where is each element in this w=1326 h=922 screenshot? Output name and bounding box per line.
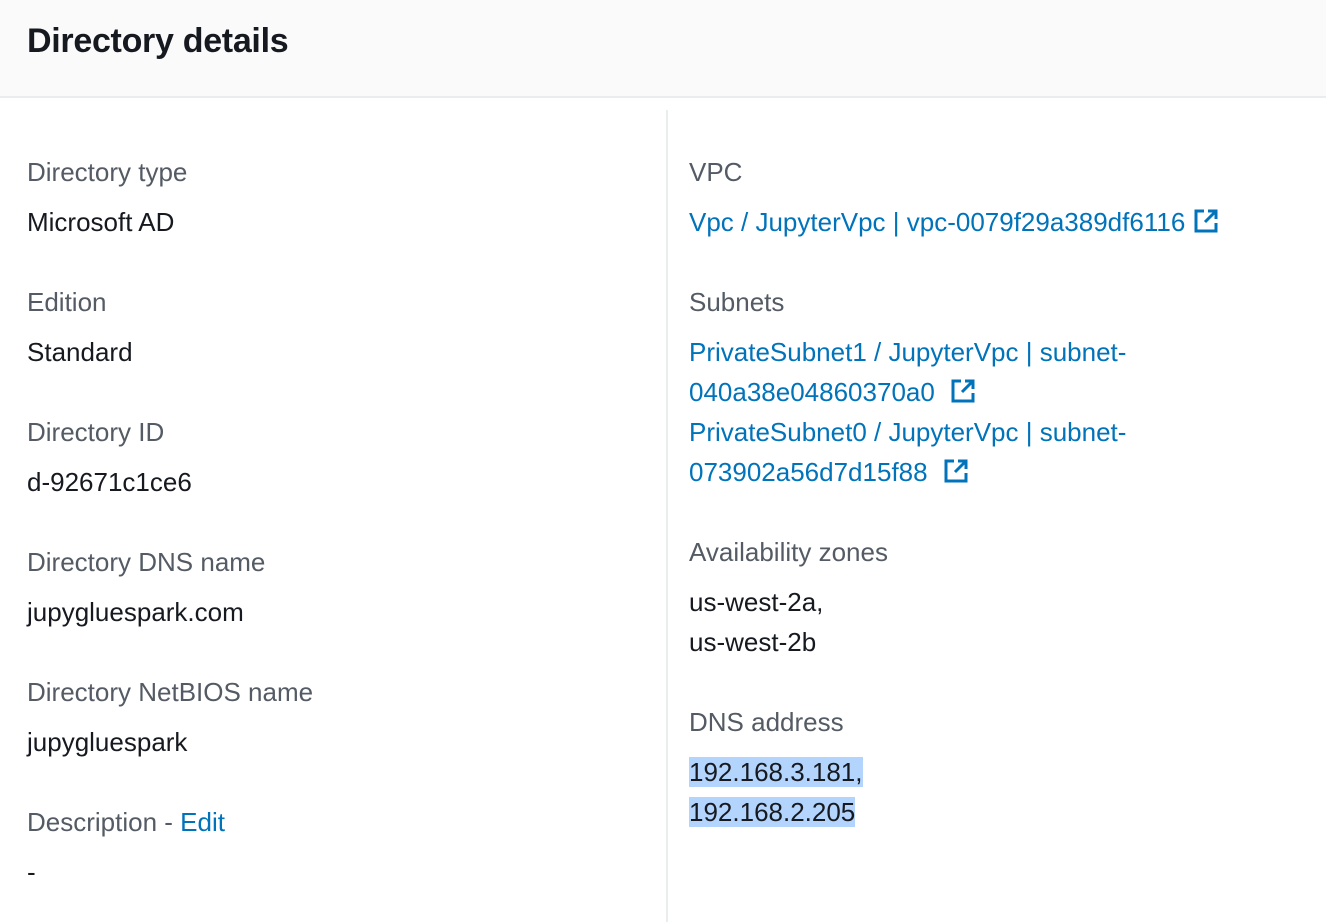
subnet-link-line1: PrivateSubnet1 / JupyterVpc | subnet- [689,337,1127,367]
subnet-item: PrivateSubnet1 / JupyterVpc | subnet- 04… [689,332,1126,412]
dns-address-field: DNS address 192.168.3.181, 192.168.2.205 [689,702,863,832]
dns-address-label: DNS address [689,707,844,737]
edition-value: Standard [27,337,133,367]
availability-zones-field: Availability zones us-west-2a, us-west-2… [689,532,888,662]
subnet-link-line2: 040a38e04860370a0 [689,377,935,407]
external-link-icon[interactable] [943,458,969,484]
vpc-link[interactable]: Vpc / JupyterVpc | vpc-0079f29a389df6116 [689,207,1185,237]
subnets-label: Subnets [689,287,785,317]
dns-address-ip[interactable]: 192.168.2.205 [689,797,856,827]
netbios-name-value: jupygluespark [27,727,188,757]
subnet-link-line2: 073902a56d7d15f88 [689,457,928,487]
directory-type-value: Microsoft AD [27,207,175,237]
dns-name-label: Directory DNS name [27,547,266,577]
availability-zone-value: us-west-2b [689,627,817,657]
netbios-name-field: Directory NetBIOS name jupygluespark [27,672,313,762]
description-label-row: Description - Edit [27,802,225,842]
subnet-item: PrivateSubnet0 / JupyterVpc | subnet- 07… [689,412,1126,492]
dns-address-value: 192.168.3.181, [689,752,863,792]
subnet-link[interactable]: PrivateSubnet1 / JupyterVpc | subnet- 04… [689,337,1126,407]
description-edit-link[interactable]: Edit [180,807,225,837]
dns-address-value: 192.168.2.205 [689,792,863,832]
netbios-name-label: Directory NetBIOS name [27,677,314,707]
directory-type-label: Directory type [27,157,188,187]
external-link-icon[interactable] [1193,208,1219,234]
column-divider [666,110,668,922]
dns-address-ip[interactable]: 192.168.3.181, [689,757,863,787]
directory-type-field: Directory type Microsoft AD [27,152,187,242]
description-field: Description - Edit - [27,802,225,892]
vpc-row: Vpc / JupyterVpc | vpc-0079f29a389df6116 [689,202,1219,242]
external-link-icon[interactable] [950,378,976,404]
availability-zone-value: us-west-2a, [689,587,824,617]
subnets-field: Subnets PrivateSubnet1 / JupyterVpc | su… [689,282,1126,492]
availability-zones-label: Availability zones [689,537,888,567]
subnet-link[interactable]: PrivateSubnet0 / JupyterVpc | subnet- 07… [689,417,1126,487]
dns-name-field: Directory DNS name jupygluespark.com [27,542,265,632]
directory-id-label: Directory ID [27,417,165,447]
dns-name-value: jupygluespark.com [27,597,244,627]
vpc-label: VPC [689,157,743,187]
panel-title: Directory details [27,22,289,60]
edition-label: Edition [27,287,107,317]
subnet-link-line1: PrivateSubnet0 / JupyterVpc | subnet- [689,417,1127,447]
directory-id-field: Directory ID d-92671c1ce6 [27,412,192,502]
description-value: - [27,857,36,887]
edition-field: Edition Standard [27,282,133,372]
directory-details-panel: Directory details Directory type Microso… [0,0,1326,922]
panel-header: Directory details [0,0,1326,98]
directory-id-value: d-92671c1ce6 [27,467,192,497]
description-label: Description - [27,807,181,837]
vpc-field: VPC Vpc / JupyterVpc | vpc-0079f29a389df… [689,152,1219,242]
